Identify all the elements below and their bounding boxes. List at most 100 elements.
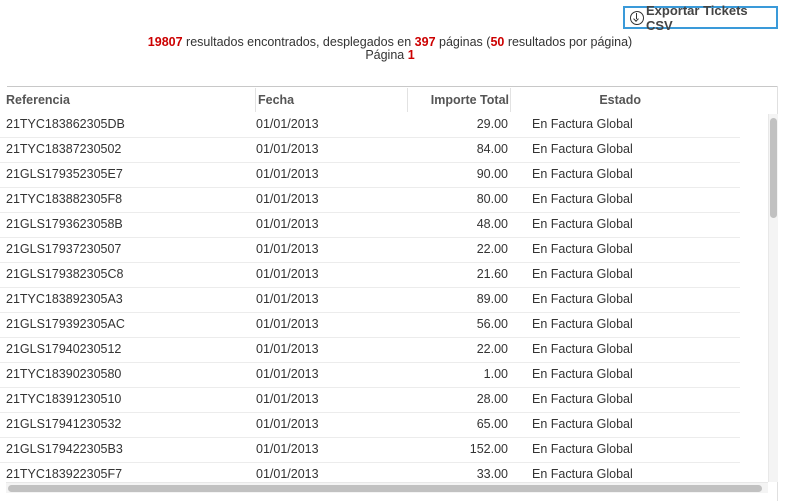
cell-estado: En Factura Global xyxy=(532,192,633,206)
cell-referencia: 21TYC18387230502 xyxy=(6,142,122,156)
cell-importe-total: 84.00 xyxy=(476,142,508,156)
cell-referencia: 21GLS179352305E7 xyxy=(6,167,123,181)
cell-fecha: 01/01/2013 xyxy=(256,242,319,256)
table-row[interactable]: 21GLS179422305B3 01/01/2013 152.00 En Factu… xyxy=(0,437,740,463)
cell-importe-total: 21.60 xyxy=(476,267,508,281)
cell-importe-total: 22.00 xyxy=(476,342,508,356)
table-header: Referencia Fecha Importe Total Estado xyxy=(0,88,770,112)
column-header-importe-total[interactable]: Importe Total xyxy=(407,88,509,112)
column-header-fecha[interactable]: Fecha xyxy=(255,88,410,112)
total-pages-count: 397 xyxy=(414,35,436,49)
vertical-scrollbar-thumb[interactable] xyxy=(770,118,777,218)
cell-estado: En Factura Global xyxy=(532,267,633,281)
table-top-divider xyxy=(7,86,778,87)
cell-referencia: 21GLS179422305B3 xyxy=(6,442,123,456)
cell-fecha: 01/01/2013 xyxy=(256,442,319,456)
column-header-estado[interactable]: Estado xyxy=(510,88,641,112)
export-tickets-csv-button[interactable]: Exportar Tickets CSV xyxy=(623,3,778,33)
cell-fecha: 01/01/2013 xyxy=(256,367,319,381)
cell-fecha: 01/01/2013 xyxy=(256,267,319,281)
table-row[interactable]: 21TYC18387230502 01/01/2013 84.00 En Factur… xyxy=(0,137,740,163)
cell-fecha: 01/01/2013 xyxy=(256,317,319,331)
cell-estado: En Factura Global xyxy=(532,242,633,256)
cell-referencia: 21GLS179392305AC xyxy=(6,317,125,331)
table-row[interactable]: 21TYC183882305F8 01/01/2013 80.00 En Factur… xyxy=(0,187,740,213)
table-row[interactable]: 21TYC183922305F7 01/01/2013 33.00 En Factur… xyxy=(0,462,740,480)
cell-estado: En Factura Global xyxy=(532,117,633,131)
cell-estado: En Factura Global xyxy=(532,467,633,480)
table-row[interactable]: 21GLS17941230532 01/01/2013 65.00 En Factur… xyxy=(0,412,740,438)
export-button-label: Exportar Tickets CSV xyxy=(646,2,748,33)
horizontal-scrollbar-thumb[interactable] xyxy=(8,485,762,492)
per-page-count: 50 xyxy=(490,35,505,49)
cell-estado: En Factura Global xyxy=(532,217,633,231)
cell-importe-total: 48.00 xyxy=(476,217,508,231)
summary-text-pages: páginas ( xyxy=(435,35,491,49)
horizontal-scrollbar[interactable] xyxy=(6,482,768,493)
cell-fecha: 01/01/2013 xyxy=(256,292,319,306)
cell-importe-total: 29.00 xyxy=(476,117,508,131)
cell-importe-total: 90.00 xyxy=(476,167,508,181)
current-page-line: Página 1 xyxy=(0,49,780,62)
cell-importe-total: 1.00 xyxy=(483,367,508,381)
table-row[interactable]: 21GLS179382305C8 01/01/2013 21.60 En Factur… xyxy=(0,262,740,288)
cell-fecha: 01/01/2013 xyxy=(256,342,319,356)
cell-importe-total: 65.00 xyxy=(476,417,508,431)
cell-fecha: 01/01/2013 xyxy=(256,167,319,181)
cell-estado: En Factura Global xyxy=(532,142,633,156)
cell-fecha: 01/01/2013 xyxy=(256,467,319,480)
cell-fecha: 01/01/2013 xyxy=(256,392,319,406)
column-header-importe-total-label: Importe Total xyxy=(430,93,509,107)
column-header-referencia[interactable]: Referencia xyxy=(6,88,70,112)
cell-importe-total: 22.00 xyxy=(476,242,508,256)
table-row[interactable]: 21GLS17940230512 01/01/2013 22.00 En Factur… xyxy=(0,337,740,363)
cell-importe-total: 152.00 xyxy=(469,442,508,456)
table-row[interactable]: 21TYC18390230580 01/01/2013 1.00 En Factura… xyxy=(0,362,740,388)
table-row[interactable]: 21GLS179392305AC 01/01/2013 56.00 En Factur… xyxy=(0,312,740,338)
table-row[interactable]: 21TYC18391230510 01/01/2013 28.00 En Factur… xyxy=(0,387,740,413)
cell-estado: En Factura Global xyxy=(532,292,633,306)
cell-importe-total: 28.00 xyxy=(476,392,508,406)
table-row[interactable]: 21GLS17937230507 01/01/2013 22.00 En Factur… xyxy=(0,237,740,263)
cell-fecha: 01/01/2013 xyxy=(256,217,319,231)
table-row[interactable]: 21GLS179352305E7 01/01/2013 90.00 En Factur… xyxy=(0,162,740,188)
cell-referencia: 21GLS17941230532 xyxy=(6,417,122,431)
cell-referencia: 21TYC183882305F8 xyxy=(6,192,123,206)
table-row[interactable]: 21TYC183862305DB 01/01/2013 29.00 En Factur… xyxy=(0,112,740,138)
cell-fecha: 01/01/2013 xyxy=(256,192,319,206)
cell-estado: En Factura Global xyxy=(532,317,633,331)
cell-estado: En Factura Global xyxy=(532,442,633,456)
cell-fecha: 01/01/2013 xyxy=(256,417,319,431)
cell-importe-total: 89.00 xyxy=(476,292,508,306)
cell-importe-total: 80.00 xyxy=(476,192,508,206)
summary-text-found: resultados encontrados, desplegados en xyxy=(182,35,415,49)
cell-importe-total: 56.00 xyxy=(476,317,508,331)
cell-referencia: 21GLS179382305C8 xyxy=(6,267,124,281)
cell-referencia: 21TYC183862305DB xyxy=(6,117,125,131)
cell-referencia: 21TYC18390230580 xyxy=(6,367,122,381)
cell-fecha: 01/01/2013 xyxy=(256,142,319,156)
total-results-count: 19807 xyxy=(147,35,183,49)
summary-text-per-page: resultados por página) xyxy=(504,35,633,49)
cell-referencia: 21GLS17937230507 xyxy=(6,242,122,256)
table-row[interactable]: 21GLS1793623058B 01/01/2013 48.00 En Factur… xyxy=(0,212,740,238)
cell-estado: En Factura Global xyxy=(532,342,633,356)
cell-estado: En Factura Global xyxy=(532,167,633,181)
cell-estado: En Factura Global xyxy=(532,392,633,406)
cell-referencia: 21TYC18391230510 xyxy=(6,392,122,406)
vertical-scrollbar[interactable] xyxy=(768,114,778,482)
table-row[interactable]: 21TYC183892305A3 01/01/2013 89.00 En Factur… xyxy=(0,287,740,313)
results-summary: 19807 resultados encontrados, desplegado… xyxy=(0,36,780,62)
current-page-number: 1 xyxy=(407,48,415,62)
cell-estado: En Factura Global xyxy=(532,417,633,431)
cell-referencia: 21GLS17940230512 xyxy=(6,342,122,356)
page-label: Página xyxy=(365,48,408,62)
cell-fecha: 01/01/2013 xyxy=(256,117,319,131)
table-body: 21TYC183862305DB 01/01/2013 29.00 En Factur… xyxy=(0,112,770,480)
cell-referencia: 21TYC183892305A3 xyxy=(6,292,123,306)
cell-estado: En Factura Global xyxy=(532,367,633,381)
cell-importe-total: 33.00 xyxy=(476,467,508,480)
download-icon xyxy=(630,10,644,25)
cell-referencia: 21GLS1793623058B xyxy=(6,217,123,231)
cell-referencia: 21TYC183922305F7 xyxy=(6,467,123,480)
